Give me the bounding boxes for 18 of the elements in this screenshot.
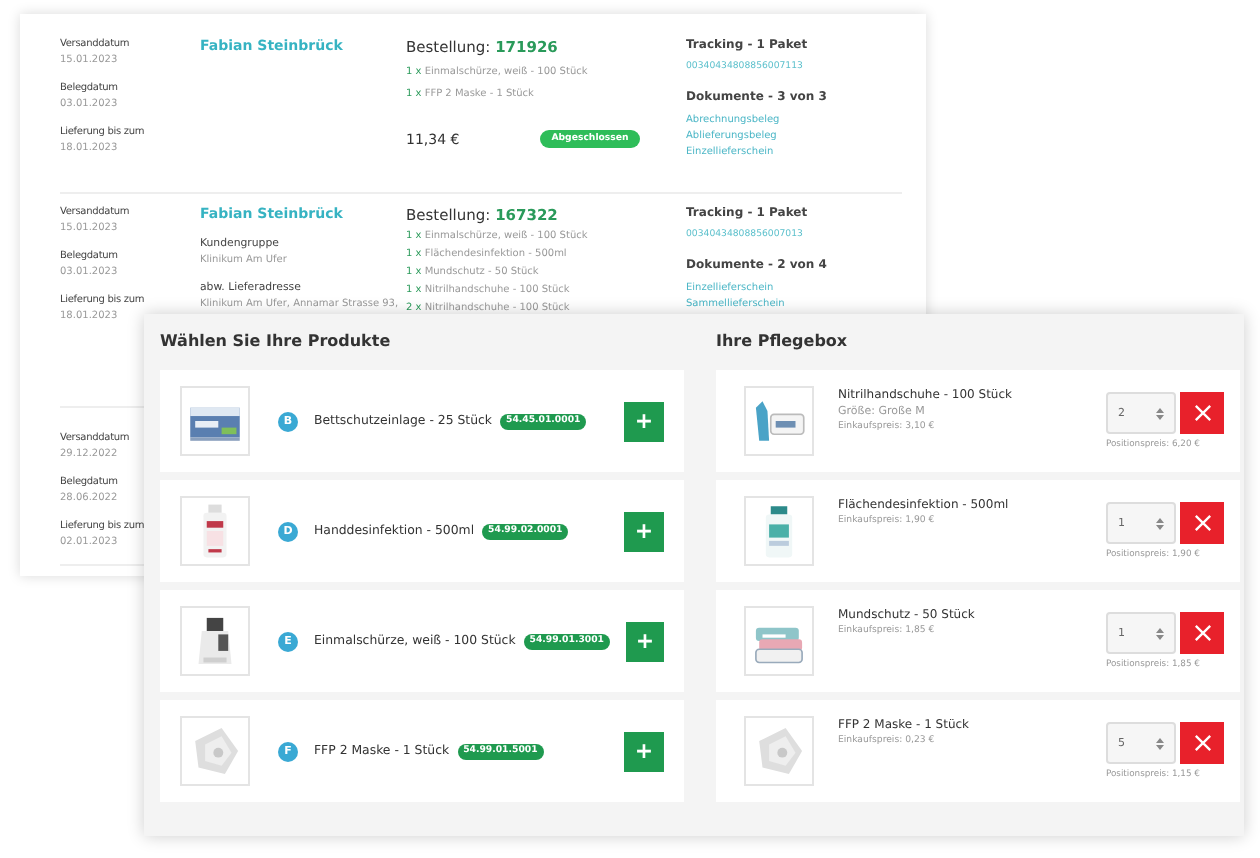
up-down-arrows-icon	[1156, 407, 1164, 419]
up-down-arrows-icon	[1156, 627, 1164, 639]
remove-button[interactable]	[1180, 502, 1224, 544]
section-title: Ihre Pflegebox	[716, 330, 850, 354]
remove-button[interactable]	[1180, 722, 1224, 764]
up-down-arrows-icon	[1156, 737, 1164, 749]
add-button[interactable]: +	[624, 731, 664, 771]
section-title: Wählen Sie Ihre Produkte	[160, 330, 393, 354]
add-button[interactable]: +	[625, 621, 664, 661]
close-icon	[1193, 514, 1211, 532]
close-icon	[1193, 624, 1211, 642]
up-down-arrows-icon	[1156, 517, 1164, 529]
close-icon	[1193, 404, 1211, 422]
add-button[interactable]: +	[624, 511, 664, 551]
close-icon	[1193, 734, 1211, 752]
add-button[interactable]: +	[624, 401, 664, 441]
remove-button[interactable]	[1180, 612, 1224, 654]
remove-button[interactable]	[1180, 392, 1224, 434]
